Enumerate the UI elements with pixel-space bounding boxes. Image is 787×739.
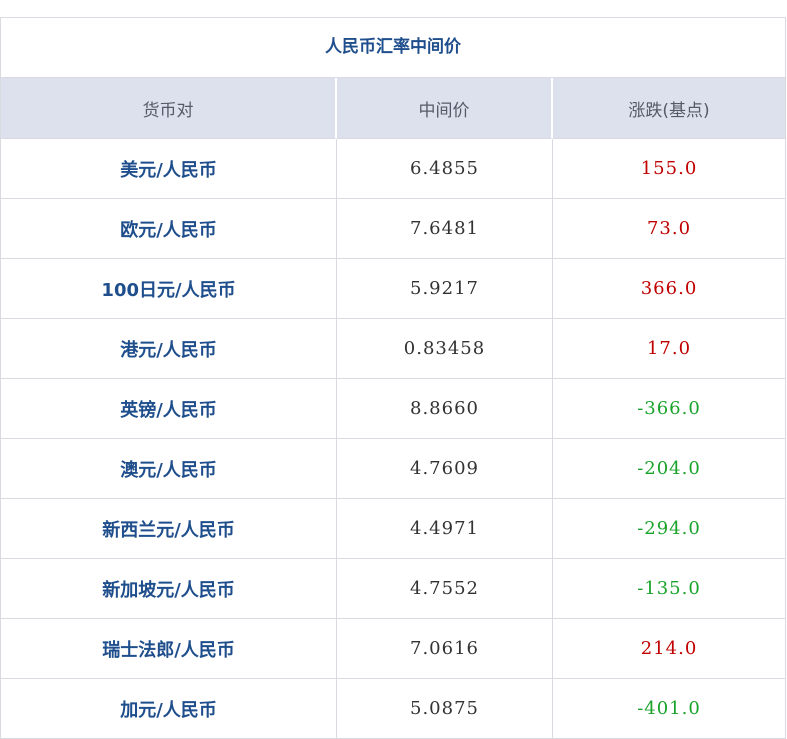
pair-cell: 新加坡元/人民币 bbox=[1, 559, 337, 619]
table-title: 人民币汇率中间价 bbox=[1, 18, 786, 78]
pair-cell: 加元/人民币 bbox=[1, 679, 337, 739]
change-cell: -204.0 bbox=[553, 439, 786, 499]
table-row: 澳元/人民币 4.7609 -204.0 bbox=[1, 439, 786, 499]
pair-cell: 澳元/人民币 bbox=[1, 439, 337, 499]
change-cell: -366.0 bbox=[553, 379, 786, 439]
table-row: 加元/人民币 5.0875 -401.0 bbox=[1, 679, 786, 739]
pair-cell: 英镑/人民币 bbox=[1, 379, 337, 439]
change-cell: 17.0 bbox=[553, 319, 786, 379]
mid-cell: 5.9217 bbox=[337, 259, 553, 319]
change-cell: 73.0 bbox=[553, 199, 786, 259]
pair-cell: 瑞士法郎/人民币 bbox=[1, 619, 337, 679]
pair-cell: 新西兰元/人民币 bbox=[1, 499, 337, 559]
header-mid: 中间价 bbox=[337, 78, 553, 139]
table-row: 港元/人民币 0.83458 17.0 bbox=[1, 319, 786, 379]
change-cell: 155.0 bbox=[553, 139, 786, 199]
change-cell: 366.0 bbox=[553, 259, 786, 319]
mid-cell: 4.7552 bbox=[337, 559, 553, 619]
mid-cell: 7.0616 bbox=[337, 619, 553, 679]
mid-cell: 4.4971 bbox=[337, 499, 553, 559]
mid-cell: 4.7609 bbox=[337, 439, 553, 499]
table-row: 新加坡元/人民币 4.7552 -135.0 bbox=[1, 559, 786, 619]
table-header-row: 货币对 中间价 涨跌(基点) bbox=[1, 78, 786, 139]
table-row: 新西兰元/人民币 4.4971 -294.0 bbox=[1, 499, 786, 559]
table-row: 瑞士法郎/人民币 7.0616 214.0 bbox=[1, 619, 786, 679]
pair-cell: 港元/人民币 bbox=[1, 319, 337, 379]
change-cell: -294.0 bbox=[553, 499, 786, 559]
change-cell: 214.0 bbox=[553, 619, 786, 679]
mid-cell: 8.8660 bbox=[337, 379, 553, 439]
rate-table: 人民币汇率中间价 货币对 中间价 涨跌(基点) 美元/人民币 6.4855 15… bbox=[0, 17, 786, 739]
change-cell: -401.0 bbox=[553, 679, 786, 739]
mid-cell: 5.0875 bbox=[337, 679, 553, 739]
mid-cell: 0.83458 bbox=[337, 319, 553, 379]
change-cell: -135.0 bbox=[553, 559, 786, 619]
table-row: 欧元/人民币 7.6481 73.0 bbox=[1, 199, 786, 259]
pair-cell: 美元/人民币 bbox=[1, 139, 337, 199]
table-row: 英镑/人民币 8.8660 -366.0 bbox=[1, 379, 786, 439]
table-row: 美元/人民币 6.4855 155.0 bbox=[1, 139, 786, 199]
pair-cell: 100日元/人民币 bbox=[1, 259, 337, 319]
header-change: 涨跌(基点) bbox=[553, 78, 786, 139]
mid-cell: 6.4855 bbox=[337, 139, 553, 199]
mid-cell: 7.6481 bbox=[337, 199, 553, 259]
pair-cell: 欧元/人民币 bbox=[1, 199, 337, 259]
table-row: 100日元/人民币 5.9217 366.0 bbox=[1, 259, 786, 319]
header-pair: 货币对 bbox=[1, 78, 337, 139]
